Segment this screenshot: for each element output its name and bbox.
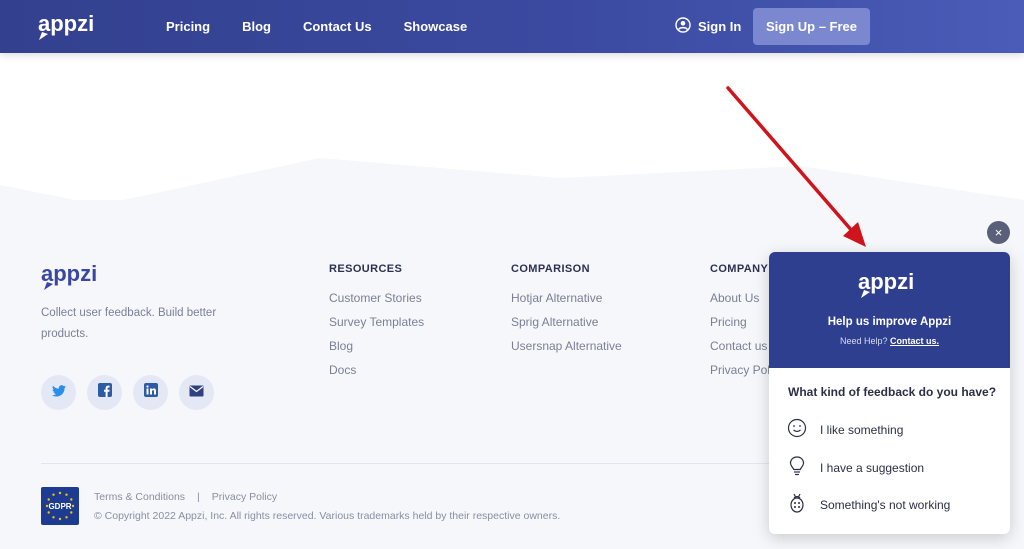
facebook-link[interactable] — [87, 375, 122, 410]
widget-close-button[interactable]: × — [987, 221, 1010, 244]
sign-in-link[interactable]: Sign In — [675, 17, 741, 36]
option-suggestion[interactable]: I have a suggestion — [787, 455, 924, 480]
link-privacy-policy[interactable]: Privacy Poli — [710, 358, 773, 382]
twitter-icon — [51, 384, 66, 402]
bug-icon — [787, 492, 807, 517]
footer-column-company: COMPANY About Us Pricing Contact us Priv… — [710, 263, 773, 382]
email-link[interactable] — [179, 375, 214, 410]
widget-header: appzi Help us improve Appzi Need Help? C… — [769, 252, 1010, 368]
link-pricing[interactable]: Pricing — [710, 310, 773, 334]
legal-links: Terms & Conditions | Privacy Policy — [94, 491, 277, 503]
user-icon — [675, 17, 691, 36]
contact-us-link[interactable]: Contact us. — [890, 336, 939, 346]
link-usersnap-alternative[interactable]: Usersnap Alternative — [511, 334, 622, 358]
legal-separator: | — [197, 491, 200, 503]
option-like-something[interactable]: I like something — [787, 418, 903, 441]
nav-showcase[interactable]: Showcase — [404, 19, 468, 34]
column-title: COMPANY — [710, 263, 769, 275]
gdpr-badge: GDPR — [41, 487, 79, 525]
svg-text:appzi: appzi — [38, 11, 94, 36]
svg-text:GDPR: GDPR — [48, 502, 71, 511]
appzi-logo[interactable]: appzi — [36, 10, 98, 47]
feedback-widget: appzi Help us improve Appzi Need Help? C… — [769, 252, 1010, 534]
footer-column-comparison: COMPARISON Hotjar Alternative Sprig Alte… — [511, 263, 622, 358]
option-label: I like something — [820, 422, 904, 437]
link-about-us[interactable]: About Us — [710, 286, 773, 310]
mail-icon — [189, 384, 204, 402]
sign-up-button[interactable]: Sign Up – Free — [753, 8, 870, 45]
link-docs[interactable]: Docs — [329, 358, 424, 382]
widget-logo: appzi — [858, 269, 920, 304]
option-label: I have a suggestion — [820, 460, 925, 475]
column-title: RESOURCES — [329, 263, 403, 275]
nav-contact-us[interactable]: Contact Us — [303, 19, 372, 34]
linkedin-icon — [143, 383, 158, 402]
help-prefix: Need Help? — [839, 336, 888, 346]
column-title: COMPARISON — [511, 263, 590, 275]
footer-tagline: Collect user feedback. Build better prod… — [41, 307, 217, 340]
svg-text:appzi: appzi — [41, 261, 97, 286]
linkedin-link[interactable] — [133, 375, 168, 410]
main-nav: Pricing Blog Contact Us Showcase — [166, 0, 499, 53]
footer-logo[interactable]: appzi — [41, 261, 103, 296]
sign-in-label: Sign In — [698, 19, 742, 34]
site-header: appzi Pricing Blog Contact Us Showcase S… — [0, 0, 1024, 53]
svg-text:appzi: appzi — [858, 269, 914, 294]
nav-pricing[interactable]: Pricing — [166, 19, 210, 34]
nav-blog[interactable]: Blog — [242, 19, 271, 34]
facebook-icon — [97, 383, 112, 402]
widget-help: Need Help? Contact us. — [769, 336, 1010, 346]
widget-title: Help us improve Appzi — [827, 316, 952, 328]
link-customer-stories[interactable]: Customer Stories — [329, 286, 424, 310]
lightbulb-icon — [787, 455, 807, 480]
link-blog[interactable]: Blog — [329, 334, 424, 358]
option-label: Something's not working — [820, 497, 951, 512]
link-hotjar-alternative[interactable]: Hotjar Alternative — [511, 286, 622, 310]
twitter-link[interactable] — [41, 375, 76, 410]
social-links — [41, 375, 214, 410]
copyright-text: © Copyright 2022 Appzi, Inc. All rights … — [94, 510, 561, 522]
smiley-icon — [787, 418, 807, 441]
footer-column-resources: RESOURCES Customer Stories Survey Templa… — [329, 263, 424, 382]
link-contact-us[interactable]: Contact us — [710, 334, 773, 358]
terms-link[interactable]: Terms & Conditions — [94, 491, 185, 503]
link-sprig-alternative[interactable]: Sprig Alternative — [511, 310, 622, 334]
option-not-working[interactable]: Something's not working — [787, 492, 950, 517]
feedback-question: What kind of feedback do you have? — [788, 385, 997, 399]
link-survey-templates[interactable]: Survey Templates — [329, 310, 424, 334]
privacy-link[interactable]: Privacy Policy — [212, 491, 277, 503]
